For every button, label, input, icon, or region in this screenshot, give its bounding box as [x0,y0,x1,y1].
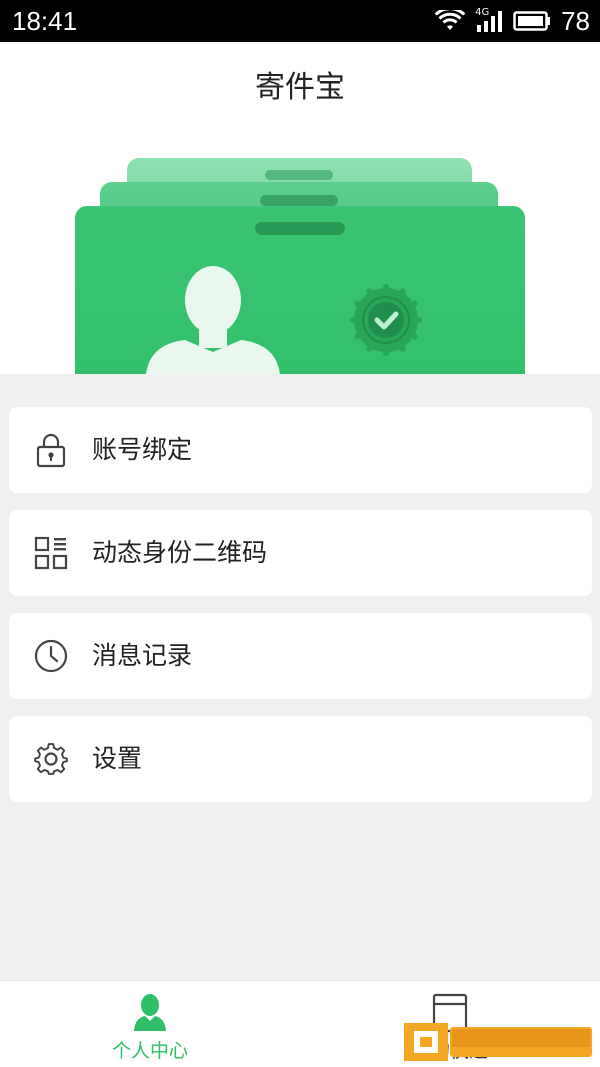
tab-label: 个人中心 [111,1040,188,1062]
status-time: 18:41 [12,6,78,36]
menu-label: 设置 [92,744,143,773]
menu-label: 动态身份二维码 [92,538,268,567]
watermark-logo [404,1023,592,1061]
qr-code-icon [34,536,68,570]
menu-item-dynamic-qr[interactable]: 动态身份二维码 [9,510,592,596]
status-bar: 18:41 4G 78 [0,0,600,42]
lock-icon [36,433,66,468]
id-card-illustration [75,158,525,374]
battery-icon [513,11,551,31]
person-icon [134,994,166,1031]
menu-label: 账号绑定 [92,435,193,464]
menu-item-account-binding[interactable]: 账号绑定 [9,407,592,493]
wifi-icon [435,10,466,30]
battery-level: 78 [561,5,590,36]
hero-header: 寄件宝 [0,42,600,374]
status-icons: 4G 78 [435,6,590,36]
menu-label: 消息记录 [92,641,193,670]
menu-item-message-history[interactable]: 消息记录 [9,613,592,699]
clock-icon [34,639,68,673]
tab-personal-center[interactable]: 个人中心 [0,981,300,1067]
gear-icon [34,743,68,775]
menu-item-settings[interactable]: 设置 [9,716,592,802]
cell-signal-icon: 4G [475,7,503,33]
